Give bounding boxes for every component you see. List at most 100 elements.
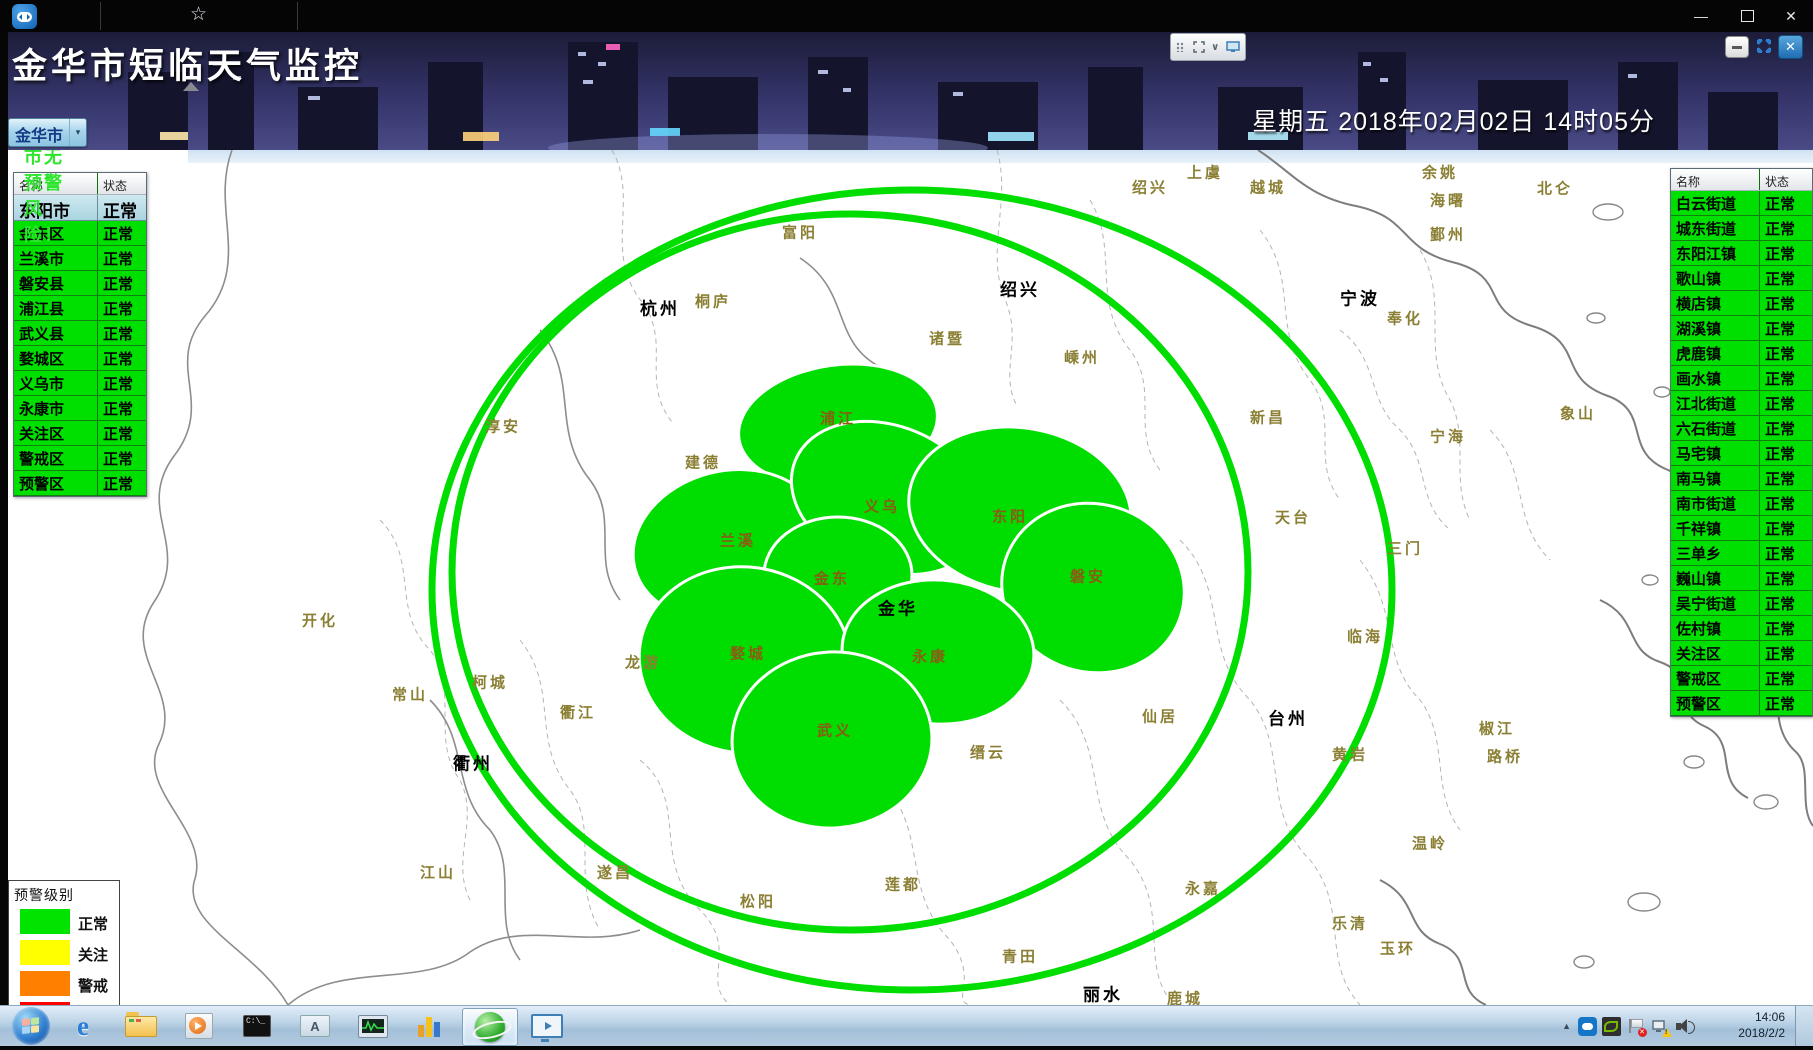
tray-volume-icon[interactable] xyxy=(1674,1017,1693,1036)
taskbar-command-prompt[interactable]: C:\_ xyxy=(230,1008,284,1044)
table-row[interactable]: 永康市正常 xyxy=(14,396,146,421)
taskbar-chart-app[interactable] xyxy=(404,1008,458,1044)
table-row[interactable]: 佐村镇正常 xyxy=(1671,616,1812,641)
window-maximize-button[interactable] xyxy=(1727,4,1767,28)
screen-left-edge xyxy=(0,32,8,1050)
media-player-icon xyxy=(185,1013,213,1039)
row-status: 正常 xyxy=(98,246,145,270)
dropdown-arrow-icon[interactable]: ▾ xyxy=(69,119,86,146)
window-minimize-button[interactable]: — xyxy=(1681,4,1721,28)
table-row[interactable]: 兰溪市正常 xyxy=(14,246,146,271)
tray-expand-icon[interactable]: ▲ xyxy=(1562,1021,1571,1031)
table-row[interactable]: 城东街道正常 xyxy=(1671,216,1812,241)
table-row[interactable]: 横店镇正常 xyxy=(1671,291,1812,316)
app-minimize-button[interactable] xyxy=(1725,36,1749,58)
table-row[interactable]: 江北街道正常 xyxy=(1671,391,1812,416)
tray-teamviewer-icon[interactable] xyxy=(1578,1017,1597,1036)
table-row[interactable]: 婺城区正常 xyxy=(14,346,146,371)
table-row[interactable]: 三单乡正常 xyxy=(1671,541,1812,566)
row-name: 兰溪市 xyxy=(14,246,98,270)
table-row[interactable]: 东阳江镇正常 xyxy=(1671,241,1812,266)
app-resize-button[interactable] xyxy=(1753,36,1775,56)
jinhua-green-counties[interactable] xyxy=(617,352,1207,835)
show-desktop-button[interactable] xyxy=(1795,1006,1813,1046)
monitor-icon[interactable] xyxy=(1226,41,1240,53)
table-row[interactable]: 马宅镇正常 xyxy=(1671,441,1812,466)
row-name: 横店镇 xyxy=(1671,291,1760,315)
column-header-status[interactable]: 状态 xyxy=(98,173,145,194)
tray-nvidia-icon[interactable] xyxy=(1602,1017,1621,1036)
table-row[interactable]: 白云街道正常 xyxy=(1671,191,1812,216)
table-row[interactable]: 南市街道正常 xyxy=(1671,491,1812,516)
legend-title: 预警级别 xyxy=(9,881,119,905)
table-row[interactable]: 关注区正常 xyxy=(14,421,146,446)
taskbar-dev-folder[interactable]: A xyxy=(288,1008,342,1044)
taskbar-windows-explorer[interactable] xyxy=(114,1008,168,1044)
zhejiang-province-map[interactable] xyxy=(8,150,1813,1005)
table-row[interactable]: 预警区正常 xyxy=(1671,691,1812,716)
fullscreen-icon[interactable] xyxy=(1193,41,1205,53)
table-row[interactable]: 武义县正常 xyxy=(14,321,146,346)
row-status: 正常 xyxy=(1760,266,1811,290)
row-status: 正常 xyxy=(98,446,145,470)
table-row[interactable]: 吴宁街道正常 xyxy=(1671,591,1812,616)
column-header-name[interactable]: 名称 xyxy=(1671,169,1760,190)
table-header: 名称 状态 xyxy=(1671,169,1812,191)
chevron-down-icon[interactable]: ∨ xyxy=(1211,42,1219,53)
column-header-status[interactable]: 状态 xyxy=(1760,169,1811,190)
tray-clock[interactable]: 14:06 2018/2/2 xyxy=(1723,1009,1785,1041)
row-name: 画水镇 xyxy=(1671,366,1760,390)
table-row[interactable]: 六石街道正常 xyxy=(1671,416,1812,441)
table-row[interactable]: 南马镇正常 xyxy=(1671,466,1812,491)
titlebar-separator xyxy=(100,2,101,30)
nvidia-eye-glyph xyxy=(1604,1021,1618,1032)
table-row[interactable]: 警戒区正常 xyxy=(14,446,146,471)
region-dropdown-value: 金华市 xyxy=(9,119,69,146)
row-name: 南市街道 xyxy=(1671,491,1760,515)
speaker-glyph xyxy=(1688,1021,1695,1034)
tray-network-warning-icon[interactable] xyxy=(1650,1017,1669,1036)
grid-icon[interactable] xyxy=(1176,42,1186,52)
table-row[interactable]: 歌山镇正常 xyxy=(1671,266,1812,291)
bar-chart-icon xyxy=(418,1015,444,1037)
region-dropdown[interactable]: 金华市 ▾ xyxy=(8,118,87,147)
taskbar-display-player[interactable] xyxy=(520,1008,574,1044)
row-name: 虎鹿镇 xyxy=(1671,341,1760,365)
table-row[interactable]: 磐安县正常 xyxy=(14,271,146,296)
tray-action-center-icon[interactable]: ✕ xyxy=(1626,1017,1645,1036)
minimize-glyph xyxy=(1732,46,1742,49)
row-status: 正常 xyxy=(1760,591,1811,615)
legend-item: 关注 xyxy=(9,940,119,966)
row-name: 婺城区 xyxy=(14,346,98,370)
row-status: 正常 xyxy=(98,346,145,370)
table-row[interactable]: 画水镇正常 xyxy=(1671,366,1812,391)
taskbar-weather-monitor-active[interactable] xyxy=(462,1008,518,1046)
session-mini-toolbar[interactable]: ∨ xyxy=(1170,33,1246,61)
start-button[interactable] xyxy=(12,1007,50,1045)
row-name: 白云街道 xyxy=(1671,191,1760,215)
table-row[interactable]: 千祥镇正常 xyxy=(1671,516,1812,541)
app-close-button[interactable]: ✕ xyxy=(1778,35,1803,59)
row-status: 正常 xyxy=(1760,191,1811,215)
taskbar-media-player[interactable] xyxy=(172,1008,226,1044)
table-row[interactable]: 关注区正常 xyxy=(1671,641,1812,666)
table-row[interactable]: 预警区正常 xyxy=(14,471,146,496)
table-row[interactable]: 巍山镇正常 xyxy=(1671,566,1812,591)
flag-glyph xyxy=(1631,1019,1643,1028)
table-row[interactable]: 浦江县正常 xyxy=(14,296,146,321)
taskbar-system-monitor[interactable] xyxy=(346,1008,400,1044)
toolbar-collapse-arrow[interactable] xyxy=(183,82,199,91)
ie-icon: e xyxy=(77,1011,89,1042)
table-row[interactable]: 湖溪镇正常 xyxy=(1671,316,1812,341)
taskbar-internet-explorer[interactable]: e xyxy=(56,1008,110,1044)
teamviewer-icon[interactable] xyxy=(12,4,37,29)
table-row[interactable]: 警戒区正常 xyxy=(1671,666,1812,691)
maximize-glyph xyxy=(1741,10,1754,22)
row-name: 六石街道 xyxy=(1671,416,1760,440)
favorite-star-icon[interactable]: ☆ xyxy=(190,3,207,26)
window-close-button[interactable]: ✕ xyxy=(1771,4,1811,28)
table-row[interactable]: 义乌市正常 xyxy=(14,371,146,396)
map-canvas[interactable] xyxy=(8,150,1813,1005)
table-row[interactable]: 虎鹿镇正常 xyxy=(1671,341,1812,366)
row-name: 永康市 xyxy=(14,396,98,420)
